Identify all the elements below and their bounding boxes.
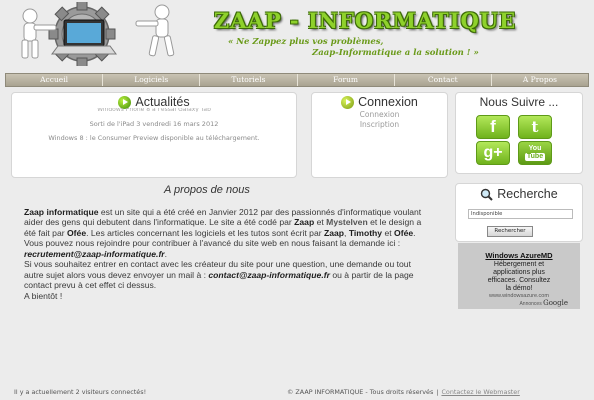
news-item-ipad[interactable]: Sorti de l'iPad 3 vendredi 16 mars 2012 [12, 120, 296, 128]
about-text-8: . [164, 248, 168, 259]
facebook-icon[interactable]: f [476, 115, 510, 139]
about-text-4: . Les articles concernant les logiciels … [86, 227, 324, 238]
main-nav: Accueil Logiciels Tutoriels Forum Contac… [5, 73, 589, 87]
about-text-6: et [382, 227, 395, 238]
site-slogan: « Ne Zappez plus vos problèmes, Zaap-Inf… [228, 37, 528, 59]
author-ofee-2: Ofée [394, 227, 414, 238]
search-button[interactable]: Rechercher [487, 226, 533, 237]
follow-panel: Nous Suivre ... f t g+ You Tube [455, 92, 583, 174]
copyright-bar: © ZAAP INFORMATIQUE - Tous droits réserv… [287, 388, 520, 396]
google-plus-icon[interactable]: g+ [476, 141, 510, 165]
youtube-icon[interactable]: You Tube [518, 141, 552, 165]
ad-text-line-4: la démo! [505, 285, 533, 292]
author-timothy: Timothy [348, 227, 383, 238]
nav-item-accueil[interactable]: Accueil [6, 74, 104, 86]
login-panel: Connexion Connexion Inscription [311, 92, 448, 178]
news-item-clipped[interactable]: Windows Phone 8 à l'essai Galaxy Tab [12, 108, 296, 112]
news-arrow-icon [118, 95, 132, 109]
slogan-line-1: « Ne Zappez plus vos problèmes, [228, 37, 384, 47]
ad-title[interactable]: Windows AzureMD [458, 251, 580, 260]
about-text-2: et [314, 217, 327, 228]
copyright-text: © ZAAP INFORMATIQUE - Tous droits réserv… [287, 388, 434, 396]
author-ofee: Ofée [67, 227, 87, 238]
ad-text-line-1: Hébergement et [493, 261, 545, 268]
nav-item-forum[interactable]: Forum [298, 74, 395, 86]
ad-text-line-3: efficaces. Consultez [487, 277, 551, 284]
ad-text-line-2: applications plus [493, 269, 545, 276]
youtube-icon-tube: Tube [524, 153, 546, 161]
site-header: ZAAP - INFORMATIQUE « Ne Zappez plus vos… [0, 0, 594, 72]
news-panel: Actualités Windows Phone 8 à l'essai Gal… [11, 92, 297, 178]
recruitment-email[interactable]: recrutement@zaap-informatique.fr [24, 249, 165, 259]
google-logo: Google [543, 299, 568, 307]
contact-webmaster-link[interactable]: Contactez le Webmaster [441, 388, 519, 396]
contact-email[interactable]: contact@zaap-informatique.fr [208, 270, 330, 280]
about-article: Zaap informatique est un site qui a été … [24, 207, 429, 301]
ad-text: Hébergement et applications plus efficac… [458, 261, 580, 293]
author-mystelven: Mystelven [326, 217, 368, 228]
search-icon [481, 188, 493, 201]
login-link[interactable]: Connexion [312, 110, 447, 120]
search-title: Recherche [497, 187, 558, 201]
login-links: Connexion Inscription [312, 110, 447, 130]
login-panel-header: Connexion [312, 95, 447, 109]
youtube-icon-you: You [528, 145, 542, 152]
login-title: Connexion [358, 95, 418, 109]
nav-item-tutoriels[interactable]: Tutoriels [200, 74, 298, 86]
visitor-count: Il y a actuellement 2 visiteurs connecté… [14, 388, 147, 396]
ad-box[interactable]: Windows AzureMD Hébergement et applicati… [458, 243, 580, 309]
social-links: f t g+ You Tube [476, 115, 556, 165]
power-icon [341, 95, 355, 109]
register-link[interactable]: Inscription [312, 120, 447, 130]
twitter-icon[interactable]: t [518, 115, 552, 139]
author-zaap: Zaap [294, 217, 315, 228]
about-title: A propos de nous [164, 184, 250, 196]
nav-item-contact[interactable]: Contact [395, 74, 492, 86]
nav-item-logiciels[interactable]: Logiciels [103, 74, 201, 86]
news-title: Actualités [135, 95, 190, 109]
slogan-line-2: Zaap-Informatique a la solution ! » [312, 48, 479, 58]
search-panel-header: Recherche [456, 187, 582, 201]
news-panel-header: Actualités [12, 95, 296, 109]
logo-gear-laptop-icon[interactable] [12, 2, 182, 66]
nav-item-a-propos[interactable]: A Propos [492, 74, 588, 86]
ad-footer-label: Annonces [519, 301, 542, 307]
search-panel: Recherche Indisponible Rechercher [455, 183, 583, 242]
search-input[interactable]: Indisponible [468, 209, 573, 219]
ad-footer[interactable]: Annonces Google [519, 299, 568, 307]
news-item-windows8[interactable]: Windows 8 : le Consumer Preview disponib… [12, 134, 296, 142]
follow-title: Nous Suivre ... [479, 95, 559, 109]
footer-separator: | [436, 388, 439, 396]
brand-name: Zaap informatique [24, 207, 99, 217]
site-title: ZAAP - INFORMATIQUE [213, 8, 517, 33]
about-signoff: A bientôt ! [24, 290, 63, 301]
author-zaap-2: Zaap [323, 227, 345, 238]
